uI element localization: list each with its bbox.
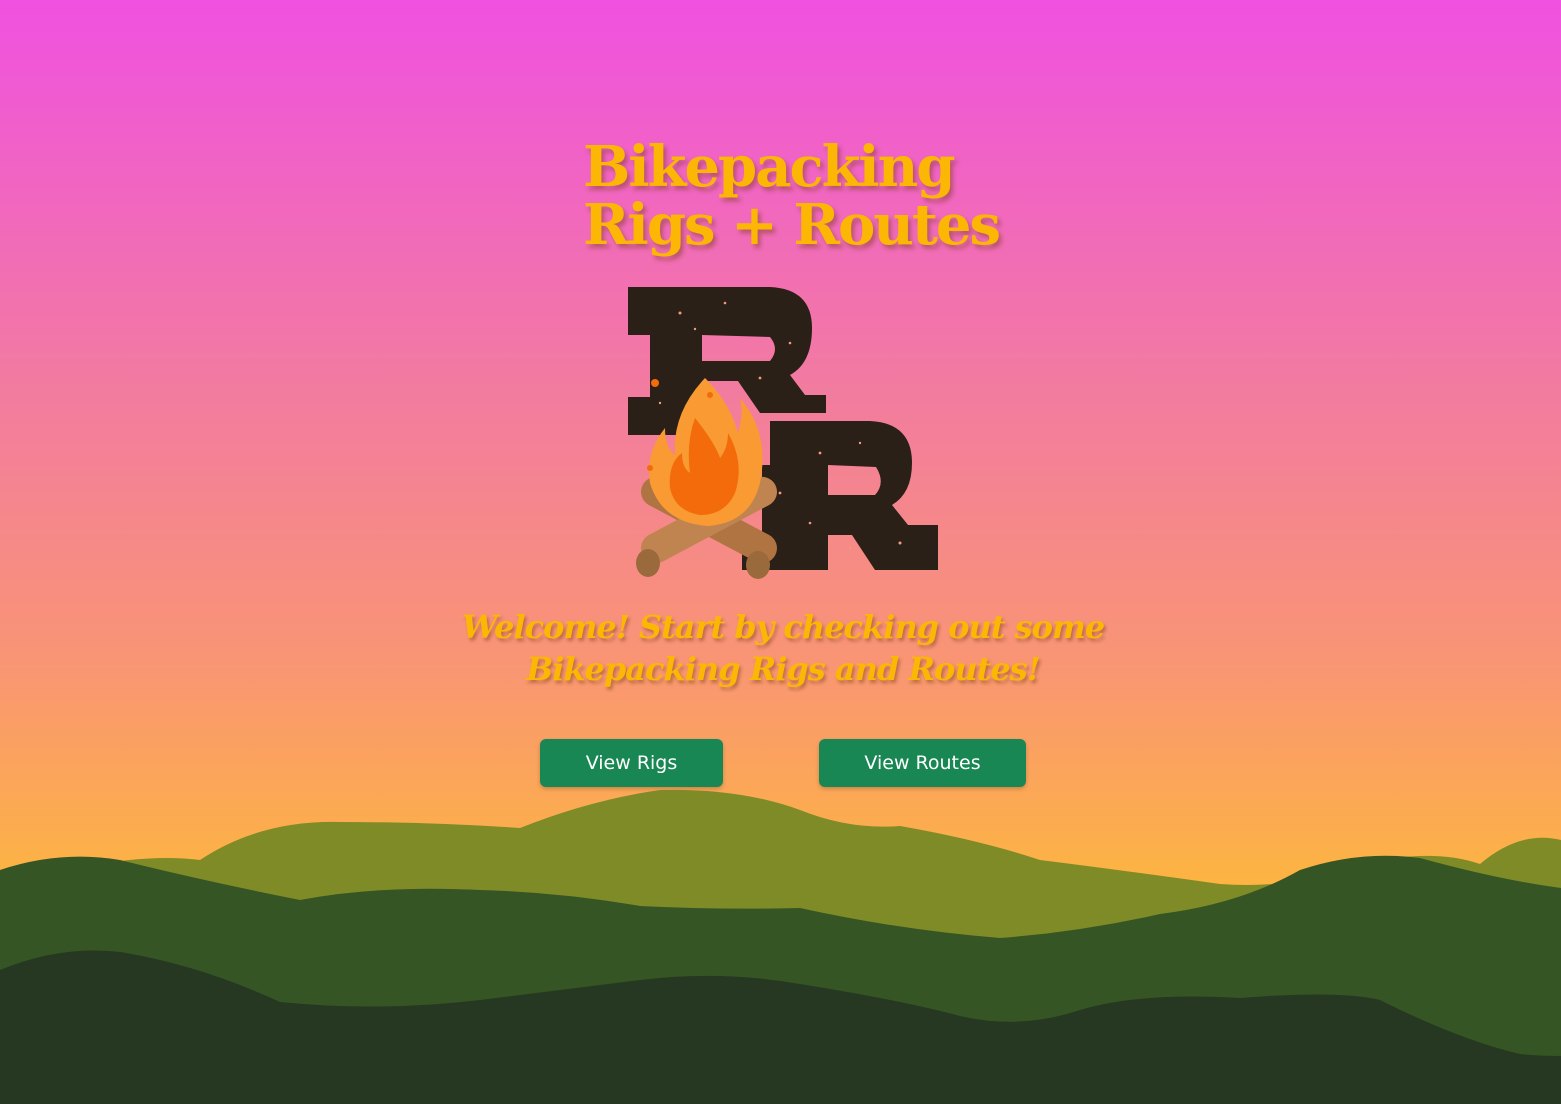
hero-section: Bikepacking Rigs + Routes Welcome! Start… xyxy=(0,0,1561,800)
title-line-2: Rigs + Routes xyxy=(583,192,1001,258)
page-title: Bikepacking Rigs + Routes xyxy=(583,134,1001,258)
welcome-message: Welcome! Start by checking out some Bike… xyxy=(461,608,1105,688)
mountains-illustration xyxy=(0,789,1561,1104)
campfire-logo-icon xyxy=(628,287,938,579)
title-line-1: Bikepacking xyxy=(583,134,956,200)
landing-page: { "header": { "title_line1": "Bikepackin… xyxy=(0,0,1561,1104)
